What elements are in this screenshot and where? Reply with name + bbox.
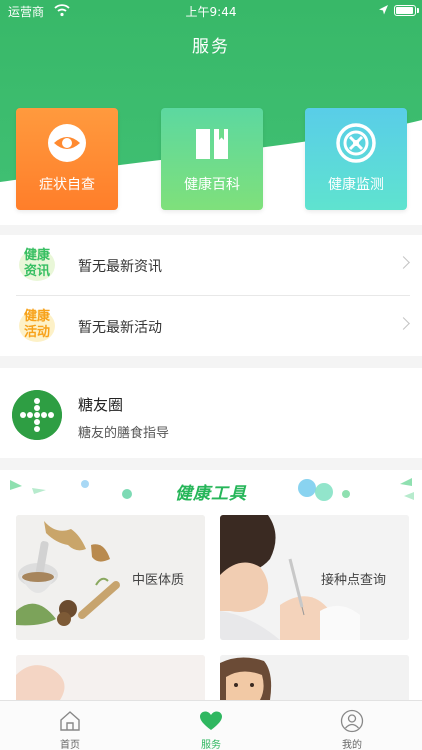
list-item-activity[interactable]: 健康 活动 暂无最新活动 — [0, 296, 422, 356]
sugar-friends-circle[interactable]: 糖友圈 糖友的膳食指导 — [0, 368, 422, 458]
heart-icon — [200, 711, 222, 730]
activity-text: 暂无最新活动 — [78, 320, 162, 336]
symptom-check-card[interactable]: 症状自查 — [16, 108, 118, 210]
tab-service[interactable]: 服务 — [141, 701, 281, 750]
tab-mine[interactable]: 我的 — [282, 701, 422, 750]
tab-home[interactable]: 首页 — [0, 701, 140, 750]
tab-bar: 首页 服务 我的 — [0, 700, 422, 750]
status-time: 上午9:44 — [185, 5, 237, 19]
card-label: 健康百科 — [184, 177, 240, 193]
plus-cross-icon — [12, 390, 62, 440]
status-bar: 运营商 上午9:44 — [0, 0, 422, 22]
badge-text-top: 健康 — [23, 309, 50, 324]
battery-icon — [394, 5, 416, 16]
monitor-icon — [336, 123, 376, 163]
card-label: 症状自查 — [39, 177, 95, 193]
tile-label: 接种点查询 — [321, 573, 387, 588]
vaccination-site-tile[interactable]: 接种点查询 — [220, 515, 409, 640]
chevron-right-icon — [397, 317, 410, 330]
news-text: 暂无最新资讯 — [78, 259, 162, 275]
circle-subtitle: 糖友的膳食指导 — [78, 426, 170, 441]
chevron-right-icon — [397, 256, 410, 269]
tile-label: 中医体质 — [132, 573, 185, 588]
header-area: 运营商 上午9:44 服务 症状自查 健康百科 健康监测 — [0, 0, 422, 225]
eye-icon — [48, 124, 86, 162]
tab-label: 我的 — [342, 740, 362, 750]
badge-text-bottom: 资讯 — [23, 264, 50, 279]
circle-title: 糖友圈 — [78, 396, 124, 414]
health-news-badge: 健康 资讯 — [16, 245, 58, 285]
badge-text-top: 健康 — [23, 248, 50, 263]
card-label: 健康监测 — [328, 177, 384, 193]
list-item-news[interactable]: 健康 资讯 暂无最新资讯 — [0, 235, 422, 296]
user-icon — [340, 709, 364, 733]
tcm-constitution-tile[interactable]: 中医体质 — [16, 515, 205, 640]
home-icon — [60, 711, 80, 731]
info-list: 健康 资讯 暂无最新资讯 健康 活动 暂无最新活动 — [0, 235, 422, 356]
health-tools-section: 健康工具 中医体质 接种点查询 — [0, 470, 422, 700]
tab-label: 服务 — [201, 740, 221, 750]
book-icon — [196, 129, 228, 159]
child-image — [220, 655, 409, 700]
tools-title: 健康工具 — [175, 484, 247, 504]
tool-tile-3[interactable] — [16, 655, 205, 700]
location-arrow-icon — [379, 5, 388, 15]
health-encyclopedia-card[interactable]: 健康百科 — [161, 108, 263, 210]
battery-cap — [417, 8, 419, 13]
tab-label: 首页 — [60, 740, 80, 750]
health-monitor-card[interactable]: 健康监测 — [305, 108, 407, 210]
baby-image — [16, 655, 205, 700]
page-title: 服务 — [192, 37, 230, 57]
tool-tile-4[interactable] — [220, 655, 409, 700]
health-activity-badge: 健康 活动 — [16, 306, 58, 346]
badge-text-bottom: 活动 — [23, 325, 50, 340]
